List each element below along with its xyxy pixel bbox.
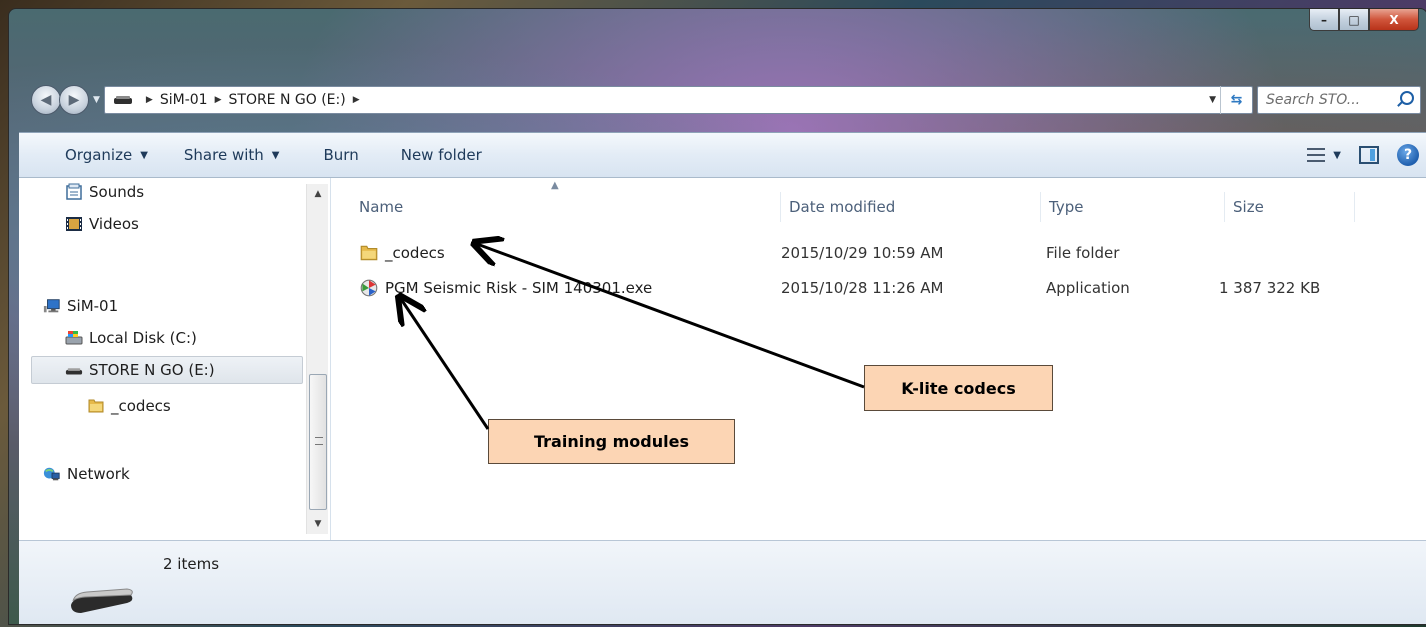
file-name: PGM Seismic Risk - SIM 140301.exe	[385, 279, 653, 297]
forward-arrow-icon: ▶	[68, 92, 80, 108]
application-icon	[360, 279, 378, 297]
videos-library-icon	[66, 217, 82, 231]
forward-button[interactable]: ▶	[59, 85, 89, 115]
navigation-row: ◀ ▶ ▼ ▶ SiM-01 ▶ STORE N GO (E:) ▶ ▼ ⇆ S…	[31, 82, 1421, 118]
breadcrumb-separator-icon: ▶	[214, 95, 222, 105]
removable-drive-icon	[71, 588, 133, 613]
column-header-name[interactable]: Name	[351, 192, 781, 222]
file-type: Application	[1046, 279, 1130, 297]
item-count: 2 items	[163, 555, 220, 573]
nav-item-label: Network	[67, 465, 130, 483]
drive-icon	[113, 96, 132, 104]
help-icon[interactable]: ?	[1397, 144, 1419, 166]
navigation-scrollbar[interactable]: ▲ ▼	[306, 184, 328, 534]
scroll-down-icon[interactable]: ▼	[307, 514, 329, 534]
file-type: File folder	[1046, 244, 1120, 262]
nav-item-sounds[interactable]: Sounds	[65, 178, 144, 206]
scroll-thumb[interactable]	[309, 374, 327, 510]
recent-pages-dropdown[interactable]: ▼	[93, 95, 100, 105]
minimize-button[interactable]: –	[1309, 9, 1339, 31]
file-date: 2015/10/29 10:59 AM	[781, 244, 944, 262]
local-disk-icon	[65, 331, 83, 345]
nav-item-codecs[interactable]: _codecs	[87, 392, 171, 420]
burn-button[interactable]: Burn	[316, 140, 367, 170]
command-bar: Organize ▼ Share with ▼ Burn New folder …	[19, 132, 1426, 178]
column-header-size[interactable]: Size	[1225, 192, 1355, 222]
explorer-window: – □ X ◀ ▶ ▼ ▶ SiM-01 ▶ STORE N GO (E:) ▶…	[8, 8, 1426, 625]
organize-button[interactable]: Organize ▼	[57, 140, 156, 170]
sort-ascending-icon: ▲	[551, 180, 559, 191]
share-with-label: Share with	[183, 146, 264, 164]
nav-item-label: Local Disk (C:)	[89, 329, 197, 347]
change-view-icon[interactable]	[1307, 148, 1326, 162]
sounds-library-icon	[66, 183, 82, 200]
chevron-down-icon: ▼	[140, 149, 148, 161]
back-button[interactable]: ◀	[31, 85, 61, 115]
close-button[interactable]: X	[1369, 9, 1419, 31]
nav-item-store-n-go[interactable]: STORE N GO (E:)	[31, 356, 303, 384]
search-input[interactable]: Search STO...	[1257, 86, 1421, 114]
scroll-up-icon[interactable]: ▲	[307, 184, 329, 204]
file-date: 2015/10/28 11:26 AM	[781, 279, 944, 297]
removable-drive-icon	[65, 368, 83, 375]
nav-item-label: Videos	[89, 215, 139, 233]
search-placeholder: Search STO...	[1266, 92, 1361, 108]
view-controls: ▼ ?	[1307, 144, 1419, 166]
folder-icon	[88, 399, 104, 413]
nav-item-local-disk[interactable]: Local Disk (C:)	[65, 324, 197, 352]
nav-item-network[interactable]: Network	[43, 460, 130, 488]
new-folder-button[interactable]: New folder	[393, 140, 490, 170]
details-pane: 2 items	[19, 540, 1426, 624]
annotation-k-lite-codecs: K-lite codecs	[864, 365, 1053, 411]
address-bar[interactable]: ▶ SiM-01 ▶ STORE N GO (E:) ▶ ▼ ⇆	[103, 86, 1253, 114]
back-arrow-icon: ◀	[40, 92, 52, 108]
share-with-button[interactable]: Share with ▼	[176, 140, 288, 170]
nav-item-videos[interactable]: Videos	[65, 210, 139, 238]
scroll-grip-icon	[315, 437, 323, 445]
caption-buttons: – □ X	[1309, 9, 1419, 31]
search-icon[interactable]	[1400, 91, 1414, 105]
navigation-pane: Sounds Videos SiM-01 Local Disk (C:) STO…	[19, 178, 331, 540]
file-row[interactable]: PGM Seismic Risk - SIM 140301.exe 2015/1…	[359, 273, 1426, 303]
chevron-down-icon[interactable]: ▼	[1333, 150, 1341, 161]
maximize-button[interactable]: □	[1339, 9, 1369, 31]
file-list-pane: ▲ Name Date modified Type Size _codecs 2…	[331, 178, 1426, 540]
nav-item-label: Sounds	[89, 183, 145, 201]
nav-item-label: SiM-01	[67, 297, 119, 315]
organize-label: Organize	[65, 146, 133, 164]
nav-item-label: _codecs	[111, 397, 171, 415]
column-header-date-modified[interactable]: Date modified	[781, 192, 1041, 222]
file-row[interactable]: _codecs 2015/10/29 10:59 AM File folder	[359, 238, 1426, 268]
network-icon	[43, 467, 60, 481]
breadcrumb-separator-icon: ▶	[352, 95, 360, 105]
preview-pane-icon[interactable]	[1359, 146, 1379, 164]
nav-item-label: STORE N GO (E:)	[89, 361, 215, 379]
column-header-type[interactable]: Type	[1041, 192, 1225, 222]
folder-icon	[360, 245, 378, 261]
annotation-training-modules: Training modules	[488, 419, 735, 464]
breadcrumb-sim01[interactable]: SiM-01	[160, 92, 208, 108]
refresh-button[interactable]: ⇆	[1220, 86, 1252, 114]
breadcrumb-separator-icon: ▶	[145, 95, 153, 105]
nav-item-sim01[interactable]: SiM-01	[43, 292, 118, 320]
chevron-down-icon: ▼	[271, 149, 280, 161]
computer-icon	[43, 299, 60, 313]
file-size: 1 387 322 KB	[1219, 279, 1321, 297]
breadcrumb-store-n-go[interactable]: STORE N GO (E:)	[229, 92, 346, 108]
address-history-dropdown[interactable]: ▼	[1209, 95, 1216, 105]
file-name: _codecs	[385, 244, 445, 262]
